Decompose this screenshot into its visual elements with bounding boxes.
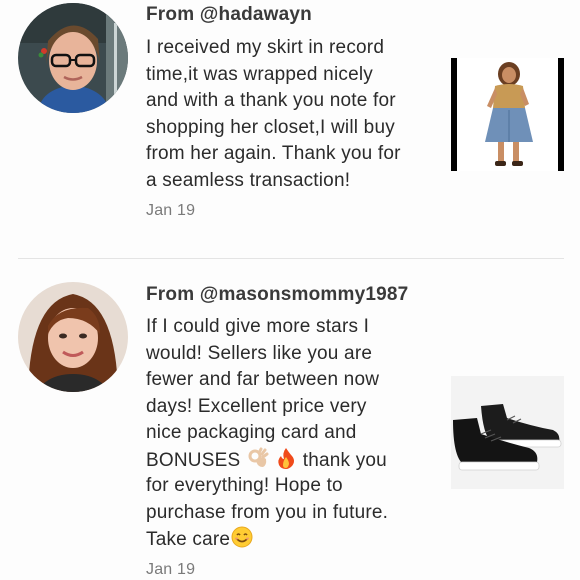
reviewer-avatar[interactable] [18,3,128,113]
review-text-segment: thank you [297,449,387,471]
review-date: Jan 19 [146,202,196,219]
listing-thumbnail[interactable] [451,58,564,171]
person-photo-icon [18,282,128,392]
review-text-line: a seamless transaction! [146,169,351,191]
review-text-line: days! Excellent price very [146,395,367,417]
review-text-line: BONUSES thank you [146,447,441,474]
skirt-outfit-photo-icon [457,58,558,171]
review-text-segment: BONUSES [146,449,246,471]
reviewer-username[interactable]: @hadawayn [200,4,312,25]
review-card: From @masonsmommy1987 If I could give mo… [0,260,580,580]
review-text-line: Take care [146,526,441,553]
review-text-line: nice packaging card and [146,422,357,443]
review-text-line: purchase from you in future. [146,501,389,523]
review-author: From @masonsmommy1987 [146,284,408,306]
review-text-line: time,it was wrapped nicely [146,63,373,85]
review-author: From @hadawayn [146,4,312,26]
review-text-line: shopping her closet,I will buy [146,116,395,138]
review-text: If I could give more stars I would! Sell… [146,314,441,553]
review-text-line: from her again. Thank you for [146,143,401,164]
from-label: From [146,4,200,25]
review-text-line: for everything! Hope to [146,475,343,496]
review-divider [18,258,564,259]
review-text-line: fewer and far between now [146,369,380,390]
review-card: From @hadawayn I received my skirt in re… [0,0,580,258]
review-text-line: If I could give more stars I [146,316,370,337]
reviewer-username[interactable]: @masonsmommy1987 [200,284,409,305]
reviewer-avatar[interactable] [18,282,128,392]
black-sneakers-photo-icon [451,376,564,489]
review-text-segment: Take care [146,529,231,550]
review-text: I received my skirt in record time,it wa… [146,35,436,194]
review-text-line: I received my skirt in record [146,37,385,58]
review-text-line: would! Sellers like you are [146,342,373,364]
review-date: Jan 19 [146,561,196,578]
listing-thumbnail[interactable] [451,376,564,489]
from-label: From [146,284,200,305]
review-text-line: and with a thank you note for [146,90,396,111]
smiling-face-emoji-icon [231,526,253,557]
person-photo-icon [18,3,128,113]
reviews-page: From @hadawayn I received my skirt in re… [0,0,580,580]
